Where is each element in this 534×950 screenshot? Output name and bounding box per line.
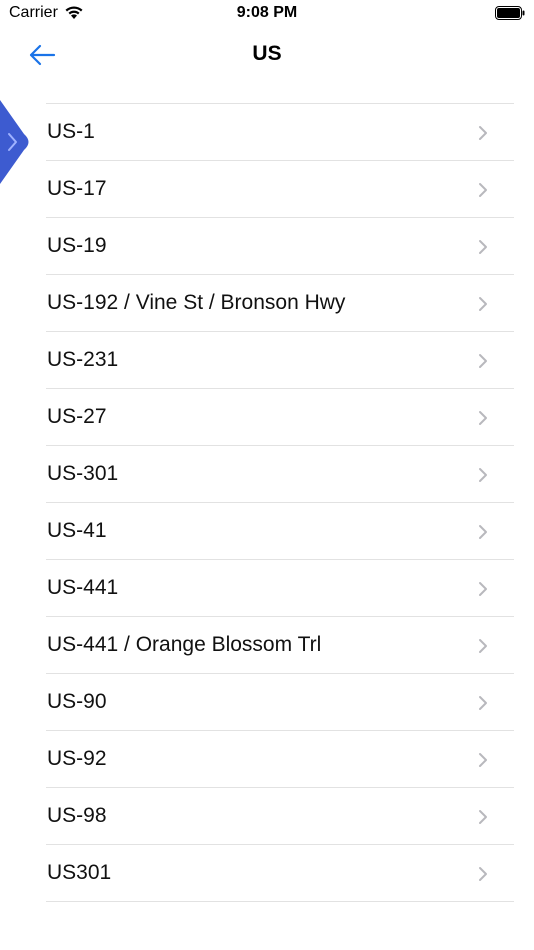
navigation-bar: US [0,28,534,84]
chevron-right-icon [479,696,487,710]
list-item-label: US-19 [47,234,107,257]
list-item[interactable]: US-441 [46,560,514,617]
list-item-label: US-441 / Orange Blossom Trl [47,633,322,656]
list-item[interactable]: US-1 [46,104,514,161]
chevron-right-icon [479,297,487,311]
chevron-right-icon [479,126,487,140]
list-item-label: US-27 [47,405,107,428]
list-item-label: US-92 [47,747,107,770]
chevron-right-icon [479,468,487,482]
list-item[interactable]: US301 [46,845,514,902]
status-time: 9:08 PM [236,4,298,21]
chevron-right-icon [479,411,487,425]
list-item-label: US-192 / Vine St / Bronson Hwy [47,291,346,314]
list-item[interactable]: US-17 [46,161,514,218]
list-item[interactable]: US-231 [46,332,514,389]
chevron-right-icon [479,525,487,539]
list-item-label: US-17 [47,177,107,200]
chevron-right-icon [479,240,487,254]
chevron-right-icon [479,810,487,824]
chevron-right-icon [479,354,487,368]
list-item[interactable]: US-41 [46,503,514,560]
list-item-label: US-441 [47,576,119,599]
status-bar: Carrier 9:08 PM [0,0,534,28]
list-item-label: US-231 [47,348,119,371]
route-list: US-1 US-17 US-19 US-192 / Vine St / Bronson… [46,103,514,902]
list-item-label: US-98 [47,804,107,827]
battery-icon [495,6,525,20]
chevron-right-icon [479,867,487,881]
page-title: US [252,42,282,65]
chevron-right-icon [479,183,487,197]
list-item-label: US-301 [47,462,119,485]
list-item[interactable]: US-98 [46,788,514,845]
list-item[interactable]: US-92 [46,731,514,788]
list-item[interactable]: US-27 [46,389,514,446]
list-item-label: US-41 [47,519,107,542]
list-item[interactable]: US-441 / Orange Blossom Trl [46,617,514,674]
list-item[interactable]: US-301 [46,446,514,503]
list-item-label: US301 [47,861,112,884]
list-item[interactable]: US-192 / Vine St / Bronson Hwy [46,275,514,332]
chevron-right-icon [479,753,487,767]
list-item-label: US-90 [47,690,107,713]
list-item[interactable]: US-90 [46,674,514,731]
chevron-right-icon [479,639,487,653]
side-drawer-toggle[interactable] [0,100,34,184]
chevron-right-icon [479,582,487,596]
side-tab-shape [0,100,29,184]
list-item-label: US-1 [47,120,95,143]
list-item[interactable]: US-19 [46,218,514,275]
